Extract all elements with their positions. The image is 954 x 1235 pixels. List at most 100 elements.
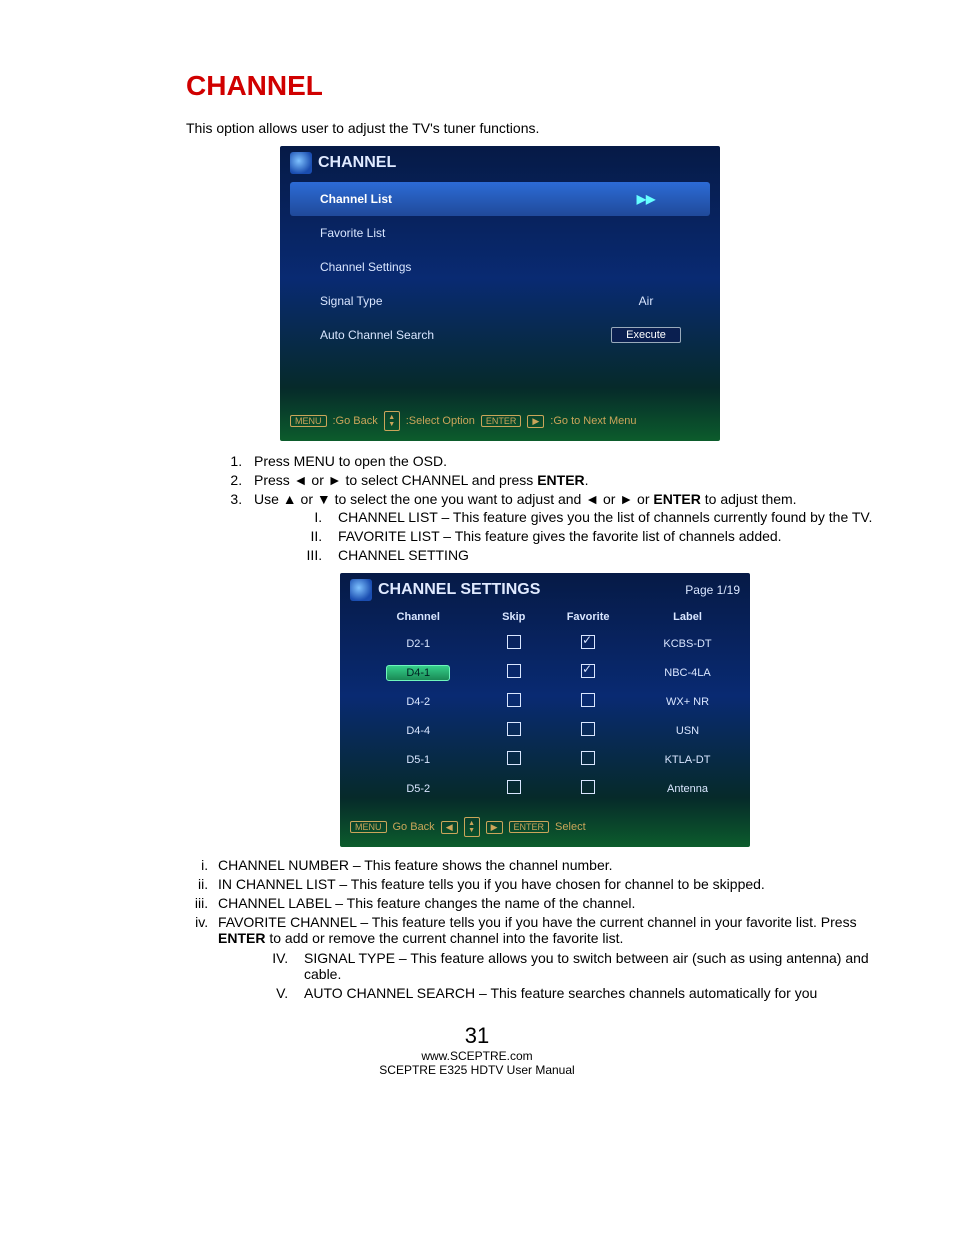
channel-label: KTLA-DT <box>635 745 740 774</box>
skip-checkbox[interactable] <box>507 664 521 678</box>
subsub-iv-a: FAVORITE CHANNEL – This feature tells yo… <box>218 914 857 930</box>
sub-steps-cont: SIGNAL TYPE – This feature allows you to… <box>258 950 884 1001</box>
enter-key: ENTER <box>481 415 522 427</box>
menu-item[interactable]: Channel List▶▶ <box>290 182 710 216</box>
col-label: Label <box>635 605 740 629</box>
substep-I: CHANNEL LIST – This feature gives you th… <box>326 509 884 525</box>
subsub-i: CHANNEL NUMBER – This feature shows the … <box>212 857 884 873</box>
section-heading: CHANNEL <box>186 70 884 102</box>
favorite-checkbox[interactable] <box>581 780 595 794</box>
step-2c: . <box>585 472 589 488</box>
menu-item[interactable]: Signal TypeAir <box>290 284 710 318</box>
subsub-iv-b: ENTER <box>218 930 265 946</box>
menu-item-value: ▶▶ <box>586 192 706 206</box>
step-2a: Press ◄ or ► to select CHANNEL and press <box>254 472 537 488</box>
page-footer: 31 www.SCEPTRE.com SCEPTRE E325 HDTV Use… <box>70 1023 884 1077</box>
channel-number[interactable]: D2-1 <box>386 636 450 652</box>
skip-checkbox[interactable] <box>507 751 521 765</box>
substep-II: FAVORITE LIST – This feature gives the f… <box>326 528 884 544</box>
step-3b: ENTER <box>653 491 700 507</box>
table-row[interactable]: D4-2 WX+ NR <box>350 687 740 716</box>
favorite-checkbox[interactable] <box>581 664 595 678</box>
page-number: 31 <box>70 1023 884 1049</box>
osd-footer: MENU :Go Back ▲▼ :Select Option ENTER ▶ … <box>290 407 710 435</box>
channel-label: WX+ NR <box>635 687 740 716</box>
sub-sub-steps: CHANNEL NUMBER – This feature shows the … <box>178 857 884 946</box>
select-label: Select <box>555 821 586 833</box>
osd-channel-menu: CHANNEL Channel List▶▶ Favorite List Chann… <box>280 146 720 441</box>
menu-item[interactable]: Auto Channel Search Execute <box>290 318 710 352</box>
channel-label: USN <box>635 716 740 745</box>
table-row[interactable]: D5-2 Antenna <box>350 774 740 803</box>
intro-text: This option allows user to adjust the TV… <box>186 120 884 136</box>
enter-key: ENTER <box>509 821 550 833</box>
substep-III: CHANNEL SETTING <box>326 547 884 563</box>
go-back-label: Go Back <box>393 821 435 833</box>
menu-item-value: Air <box>586 294 706 308</box>
step-3c: to adjust them. <box>701 491 797 507</box>
right-key-icon: ▶ <box>486 821 503 834</box>
table-row[interactable]: D2-1 KCBS-DT <box>350 629 740 658</box>
table-row[interactable]: D4-1 NBC-4LA <box>350 658 740 687</box>
skip-checkbox[interactable] <box>507 635 521 649</box>
step-3: Use ▲ or ▼ to select the one you want to… <box>246 491 884 563</box>
step-3a: Use ▲ or ▼ to select the one you want to… <box>254 491 653 507</box>
substep-IV: SIGNAL TYPE – This feature allows you to… <box>292 950 884 982</box>
skip-checkbox[interactable] <box>507 693 521 707</box>
menu-item[interactable]: Channel Settings <box>290 250 710 284</box>
substep-V: AUTO CHANNEL SEARCH – This feature searc… <box>292 985 884 1001</box>
sub-steps: CHANNEL LIST – This feature gives you th… <box>292 509 884 563</box>
footer-url: www.SCEPTRE.com <box>70 1049 884 1063</box>
osd-channel-settings: CHANNEL SETTINGS Page 1/19 Channel Skip … <box>340 573 750 847</box>
channel-number[interactable]: D4-2 <box>386 694 450 710</box>
osd2-title: CHANNEL SETTINGS <box>378 581 540 599</box>
favorite-checkbox[interactable] <box>581 635 595 649</box>
steps-list: Press MENU to open the OSD. Press ◄ or ►… <box>220 453 884 563</box>
updown-key-icon: ▲▼ <box>464 817 480 837</box>
right-key-icon: ▶ <box>527 415 544 428</box>
go-back-label: :Go Back <box>333 415 378 427</box>
favorite-checkbox[interactable] <box>581 693 595 707</box>
menu-key: MENU <box>290 415 327 427</box>
subsub-iv-c: to add or remove the current channel int… <box>265 930 623 946</box>
menu-item-label: Signal Type <box>320 294 586 308</box>
table-row[interactable]: D4-4 USN <box>350 716 740 745</box>
subsub-ii: IN CHANNEL LIST – This feature tells you… <box>212 876 884 892</box>
osd2-page: Page 1/19 <box>685 583 740 597</box>
footer-manual: SCEPTRE E325 HDTV User Manual <box>70 1063 884 1077</box>
next-menu-label: :Go to Next Menu <box>550 415 636 427</box>
select-option-label: :Select Option <box>406 415 475 427</box>
channel-number[interactable]: D5-2 <box>386 781 450 797</box>
skip-checkbox[interactable] <box>507 722 521 736</box>
subsub-iii: CHANNEL LABEL – This feature changes the… <box>212 895 884 911</box>
table-row[interactable]: D5-1 KTLA-DT <box>350 745 740 774</box>
col-favorite: Favorite <box>541 605 635 629</box>
channel-number[interactable]: D4-1 <box>386 665 450 681</box>
skip-checkbox[interactable] <box>507 780 521 794</box>
step-2: Press ◄ or ► to select CHANNEL and press… <box>246 472 884 488</box>
left-key-icon: ◀ <box>441 821 458 834</box>
osd-title: CHANNEL <box>290 154 710 182</box>
favorite-checkbox[interactable] <box>581 722 595 736</box>
menu-item[interactable]: Favorite List <box>290 216 710 250</box>
col-channel: Channel <box>350 605 486 629</box>
col-skip: Skip <box>486 605 541 629</box>
channel-number[interactable]: D4-4 <box>386 723 450 739</box>
subsub-iv: FAVORITE CHANNEL – This feature tells yo… <box>212 914 884 946</box>
step-1: Press MENU to open the OSD. <box>246 453 884 469</box>
menu-item-label: Favorite List <box>320 226 586 240</box>
menu-item-label: Auto Channel Search <box>320 328 586 342</box>
execute-button[interactable]: Execute <box>611 327 681 343</box>
channel-label: Antenna <box>635 774 740 803</box>
channel-table: Channel Skip Favorite Label D2-1KCBS-DTD… <box>350 605 740 803</box>
step-2b: ENTER <box>537 472 584 488</box>
favorite-checkbox[interactable] <box>581 751 595 765</box>
channel-number[interactable]: D5-1 <box>386 752 450 768</box>
menu-key: MENU <box>350 821 387 833</box>
menu-item-label: Channel List <box>320 192 586 206</box>
updown-key-icon: ▲▼ <box>384 411 400 431</box>
channel-label: NBC-4LA <box>635 658 740 687</box>
osd2-footer: MENU Go Back ◀ ▲▼ ▶ ENTER Select <box>350 813 740 841</box>
channel-label: KCBS-DT <box>635 629 740 658</box>
menu-item-label: Channel Settings <box>320 260 586 274</box>
